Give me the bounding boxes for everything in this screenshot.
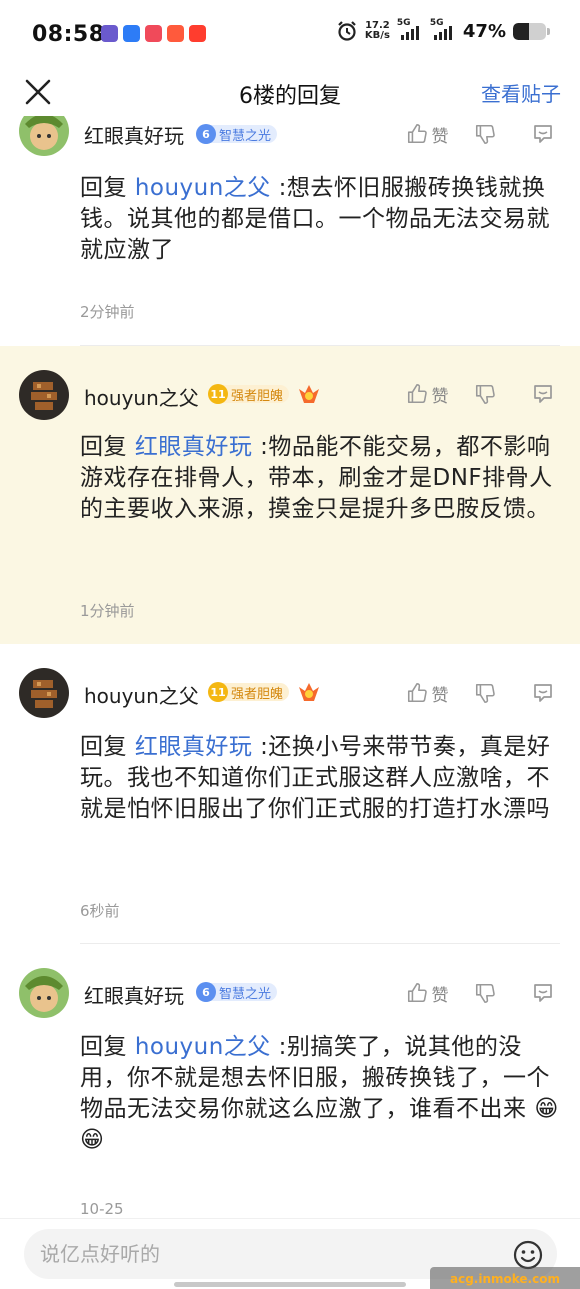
comment-icon: [534, 385, 552, 403]
view-post-link[interactable]: 查看贴子: [481, 78, 561, 107]
network-speed: 17.2 KB/s: [364, 20, 390, 41]
avatar-image: [19, 116, 69, 156]
home-indicator[interactable]: [174, 1282, 406, 1287]
reply-page: 08:58 17.2 KB/s 5G 5G 47% 6楼的回复 查看贴子 红眼真…: [0, 0, 580, 1289]
level-badge: 11 强者胆魄: [208, 682, 290, 702]
comment-body: 回复 houyun之父 :想去怀旧服搬砖换钱就换钱。说其他的都是借口。一个物品无…: [80, 175, 550, 263]
app-notification-icon: [167, 25, 184, 42]
thumb-up-icon: [407, 384, 427, 404]
medal-icon: [299, 683, 319, 701]
top-bar: 6楼的回复 查看贴子: [0, 70, 580, 116]
comment-body: 回复 红眼真好玩 :还换小号来带节奏，真是好玩。我也不知道你们正式服这群人应激啥…: [80, 734, 551, 822]
level-badge: 11 强者胆魄: [208, 384, 290, 404]
status-indicators: 17.2 KB/s 5G 5G 47%: [336, 18, 550, 42]
list-item: 红眼真好玩 6 智慧之光 赞 回复 houyun之父 :想去怀旧服搬砖换钱就换钱…: [0, 116, 580, 346]
avatar[interactable]: [19, 668, 69, 718]
battery-icon: [513, 22, 546, 40]
reply-button[interactable]: [514, 978, 572, 1008]
comment-body: 回复 houyun之父 :别搞笑了，说其他的没用，你不就是想去怀旧服，搬砖换钱了…: [80, 1034, 559, 1153]
status-bar: 08:58 17.2 KB/s 5G 5G 47%: [0, 0, 580, 70]
like-button[interactable]: 赞: [398, 678, 456, 708]
mention-link[interactable]: houyun之父: [135, 1034, 271, 1060]
comment-actions: 赞: [398, 119, 572, 149]
app-notification-icon: [189, 25, 206, 42]
status-time: 08:58: [32, 22, 105, 47]
list-item-highlighted: houyun之父 11 强者胆魄 赞 回复 红眼真好玩:物品能不能交易，都不影…: [0, 346, 580, 644]
app-notification-icon: [145, 25, 162, 42]
app-notification-icon: [123, 25, 140, 42]
like-button[interactable]: 赞: [398, 119, 456, 149]
thumb-down-icon: [475, 124, 495, 144]
battery-percent: 47%: [462, 20, 506, 42]
comment-input-bar: acg.inmoke.com: [0, 1218, 580, 1289]
username[interactable]: 红眼真好玩: [84, 980, 184, 1009]
avatar-image: [19, 668, 69, 718]
avatar-image: [19, 370, 69, 420]
comment-icon: [534, 125, 552, 143]
reply-button[interactable]: [514, 678, 572, 708]
dislike-button[interactable]: [456, 379, 514, 409]
comment-time: 6秒前: [80, 902, 120, 920]
mention-link[interactable]: houyun之父: [135, 175, 271, 201]
alarm-icon: [338, 21, 356, 41]
avatar[interactable]: [19, 968, 69, 1018]
medal-icon: [299, 385, 319, 403]
avatar-image: [19, 968, 69, 1018]
watermark: acg.inmoke.com: [430, 1267, 580, 1289]
comment-icon: [534, 684, 552, 702]
app-notification-icon: [101, 25, 118, 42]
dislike-button[interactable]: [456, 978, 514, 1008]
level-badge: 6 智慧之光: [196, 124, 278, 144]
thumb-up-icon: [407, 683, 427, 703]
reply-button[interactable]: [514, 379, 572, 409]
comment-time: 1分钟前: [80, 602, 135, 620]
reply-button[interactable]: [514, 119, 572, 149]
list-item: 红眼真好玩 6 智慧之光 赞 回复 houyun之父 :别搞笑了，说其他的没用，…: [0, 944, 580, 1218]
thumb-down-icon: [475, 384, 495, 404]
reply-list[interactable]: 红眼真好玩 6 智慧之光 赞 回复 houyun之父 :想去怀旧服搬砖换钱就换钱…: [0, 116, 580, 1218]
mention-link[interactable]: 红眼真好玩: [135, 434, 253, 460]
comment-actions: 赞: [398, 978, 572, 1008]
comment-time: 10-25: [80, 1200, 124, 1218]
thumb-up-icon: [407, 124, 427, 144]
dislike-button[interactable]: [456, 119, 514, 149]
thumb-down-icon: [475, 983, 495, 1003]
signal-icon: 5G: [430, 18, 456, 40]
like-button[interactable]: 赞: [398, 379, 456, 409]
username[interactable]: houyun之父: [84, 382, 199, 411]
dislike-button[interactable]: [456, 678, 514, 708]
signal-icon: 5G: [397, 18, 423, 40]
comment-body: 回复 红眼真好玩 :物品能不能交易，都不影响游戏存在排骨人，带本，刷金才是DNF…: [80, 434, 553, 522]
list-item: houyun之父 11 强者胆魄 赞 回复 红眼真好玩:还换小号来带节奏，真是…: [0, 644, 580, 944]
like-button[interactable]: 赞: [398, 978, 456, 1008]
mention-link[interactable]: 红眼真好玩: [135, 734, 253, 760]
comment-actions: 赞: [398, 379, 572, 409]
avatar[interactable]: [19, 370, 69, 420]
level-badge: 6 智慧之光: [196, 982, 278, 1002]
thumb-down-icon: [475, 683, 495, 703]
thumb-up-icon: [407, 983, 427, 1003]
avatar[interactable]: [19, 116, 69, 156]
username[interactable]: 红眼真好玩: [84, 120, 184, 149]
comment-time: 2分钟前: [80, 303, 135, 321]
comment-actions: 赞: [398, 678, 572, 708]
username[interactable]: houyun之父: [84, 680, 199, 709]
notification-icons: [101, 25, 206, 42]
comment-icon: [534, 984, 552, 1002]
